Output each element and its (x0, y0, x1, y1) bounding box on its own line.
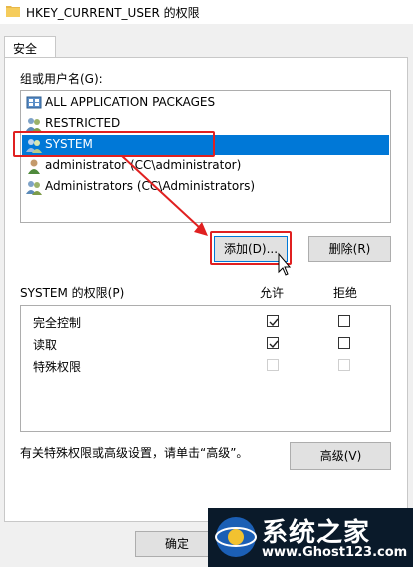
ok-button[interactable]: 确定 (135, 531, 219, 557)
user-name: Administrators (CC\Administrators) (45, 179, 256, 193)
deny-checkbox-full-control[interactable] (338, 315, 350, 327)
watermark-logo: 系统之家 www.Ghost123.com (208, 508, 413, 567)
folder-icon (6, 6, 20, 17)
deny-checkbox-special (338, 359, 350, 371)
deny-checkbox-read[interactable] (338, 337, 350, 349)
globe-logo-icon (215, 517, 257, 557)
list-item-administrator[interactable]: administrator (CC\administrator) (22, 156, 389, 176)
allow-checkbox-full-control[interactable] (267, 315, 279, 327)
window-title: HKEY_CURRENT_USER 的权限 (26, 6, 200, 20)
tab-security[interactable]: 安全 (4, 36, 56, 58)
permission-row-read: 读取 (21, 332, 390, 354)
user-name: ALL APPLICATION PACKAGES (45, 95, 216, 109)
permission-row-special: 特殊权限 (21, 354, 390, 376)
user-icon (28, 159, 40, 174)
allow-checkbox-special (267, 359, 279, 371)
highlight-box-system (13, 131, 215, 157)
remove-button[interactable]: 删除(R) (308, 236, 391, 262)
allow-header: 允许 (260, 286, 285, 300)
groups-label: 组或用户名(G): (20, 72, 103, 86)
advanced-button[interactable]: 高级(V) (290, 442, 391, 470)
app-packages-icon (26, 96, 42, 109)
list-item-all-app-packages[interactable]: ALL APPLICATION PACKAGES (22, 93, 389, 113)
user-name: RESTRICTED (45, 116, 121, 130)
title-bar: HKEY_CURRENT_USER 的权限 (0, 0, 413, 24)
permission-row-full-control: 完全控制 (21, 310, 390, 332)
user-name: administrator (CC\administrator) (45, 158, 242, 172)
highlight-box-add (210, 231, 292, 265)
allow-checkbox-read[interactable] (267, 337, 279, 349)
checkmark-icon (269, 340, 279, 349)
permission-name: 完全控制 (33, 316, 82, 330)
advanced-hint: 有关特殊权限或高级设置，请单击“高级”。 (20, 446, 249, 460)
permissions-list: 完全控制 读取 特殊权限 (20, 305, 391, 432)
permissions-label: SYSTEM 的权限(P) (20, 286, 125, 300)
users-group-icon (26, 181, 42, 195)
tab-security-label: 安全 (13, 42, 38, 56)
watermark-url: www.Ghost123.com (262, 545, 408, 560)
deny-header: 拒绝 (333, 286, 358, 300)
list-item-administrators[interactable]: Administrators (CC\Administrators) (22, 177, 389, 197)
checkmark-icon (269, 318, 279, 327)
watermark-text: 系统之家 (262, 518, 371, 548)
permission-name: 读取 (33, 338, 58, 352)
users-group-icon (26, 118, 42, 132)
permission-name: 特殊权限 (33, 360, 82, 374)
